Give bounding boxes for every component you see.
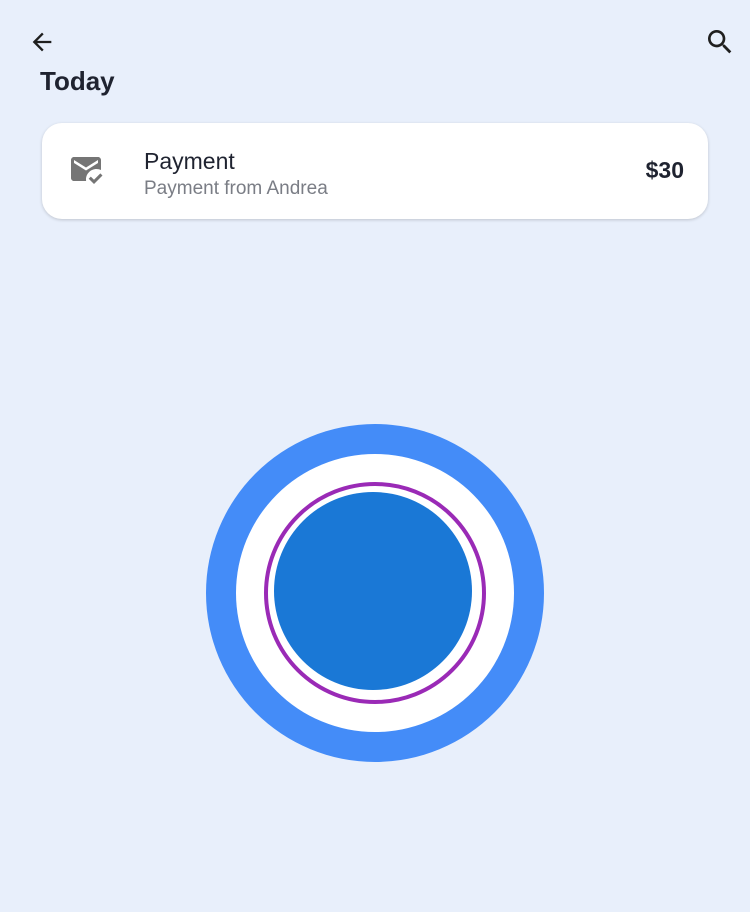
transaction-amount: $30 bbox=[645, 157, 684, 183]
transaction-subtitle: Payment from Andrea bbox=[144, 178, 328, 199]
mark-email-read-icon bbox=[71, 157, 103, 184]
large-circular-button[interactable] bbox=[206, 424, 544, 762]
transaction-title: Payment bbox=[144, 148, 235, 174]
section-heading-label: Today bbox=[40, 66, 115, 96]
app-screen: Today Payment Payment from Andrea $30 bbox=[0, 0, 750, 912]
section-heading: Today bbox=[40, 56, 240, 98]
search-icon bbox=[708, 30, 732, 54]
button-focus-ring bbox=[264, 482, 486, 704]
button-inner-circle bbox=[274, 492, 472, 690]
back-button[interactable] bbox=[20, 20, 64, 64]
search-button[interactable] bbox=[698, 20, 742, 64]
transaction-card[interactable]: Payment Payment from Andrea $30 bbox=[42, 123, 708, 219]
arrow-back-icon bbox=[32, 32, 52, 52]
button-white-ring bbox=[236, 454, 514, 732]
